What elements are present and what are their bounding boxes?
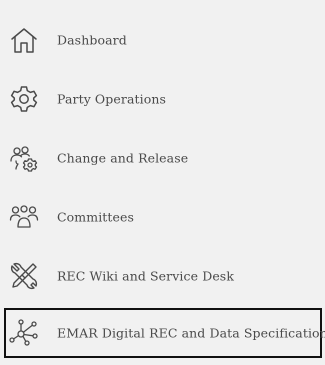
group-icon	[8, 201, 40, 233]
network-nodes-icon	[8, 317, 40, 349]
sidebar-item-change-and-release[interactable]: Change and Release	[0, 132, 325, 184]
sidebar-item-label: REC Wiki and Service Desk	[57, 268, 234, 284]
sidebar-item-label: Dashboard	[57, 32, 127, 48]
home-icon	[8, 24, 40, 56]
sidebar-item-rec-wiki-service-desk[interactable]: REC Wiki and Service Desk	[0, 250, 325, 302]
sidebar-item-party-operations[interactable]: Party Operations	[0, 73, 325, 125]
sidebar-item-label: Party Operations	[57, 91, 167, 107]
gear-icon	[8, 83, 40, 115]
sidebar-item-label: Change and Release	[57, 150, 189, 166]
sidebar-item-label: Committees	[57, 209, 135, 225]
tools-icon	[8, 260, 40, 292]
sidebar-item-label: EMAR Digital REC and Data Specification	[57, 325, 325, 341]
sidebar-item-emar-digital-rec[interactable]: EMAR Digital REC and Data Specification	[4, 308, 325, 358]
sidebar-item-committees[interactable]: Committees	[0, 191, 325, 243]
sidebar-nav: Dashboard Party Operations Change and Re…	[0, 0, 325, 365]
people-gear-icon	[8, 142, 40, 174]
sidebar-item-dashboard[interactable]: Dashboard	[0, 14, 325, 66]
